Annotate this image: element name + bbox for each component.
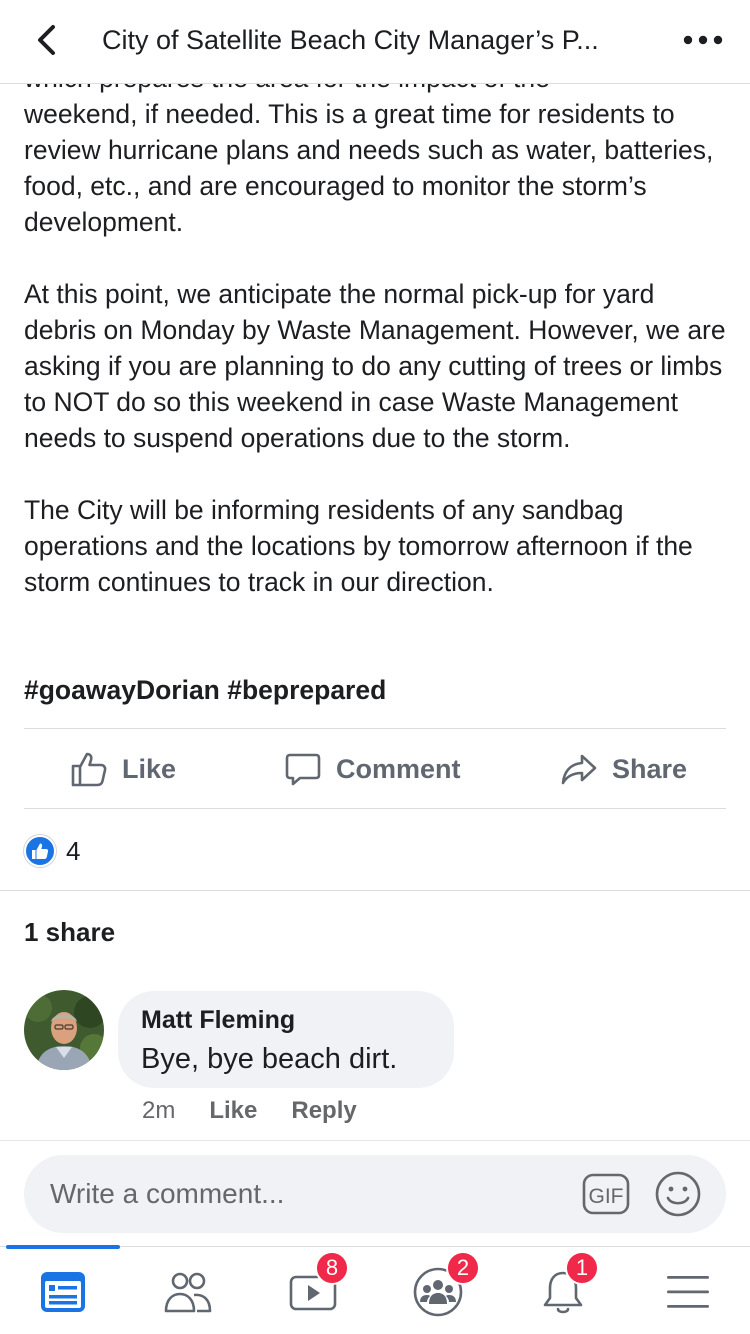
gif-icon: GIF: [582, 1173, 630, 1215]
share-button[interactable]: Share: [560, 729, 687, 809]
share-count[interactable]: 1 share: [24, 914, 115, 950]
like-button-label: Like: [122, 753, 177, 784]
chevron-left-icon: [38, 25, 55, 55]
bottom-tab-bar: 8 2 1: [0, 1245, 750, 1334]
reactions-summary[interactable]: 4: [24, 834, 80, 868]
active-tab-indicator: [6, 1245, 120, 1249]
comment-button[interactable]: Comment: [284, 729, 461, 809]
comment-composer-bar: Write a comment... GIF: [0, 1140, 750, 1246]
comment-like-button[interactable]: Like: [209, 1097, 257, 1125]
comment-meta: 2m Like Reply: [142, 1094, 357, 1128]
avatar[interactable]: [24, 990, 104, 1070]
post-paragraph-1: weekend, if needed. This is a great time…: [24, 99, 714, 237]
tab-news-feed[interactable]: [13, 1253, 113, 1331]
news-feed-icon: [41, 1272, 85, 1312]
gif-button[interactable]: GIF: [582, 1172, 630, 1216]
groups-badge: 2: [446, 1251, 480, 1285]
reaction-count: 4: [66, 835, 81, 866]
section-divider: [0, 890, 750, 891]
top-navigation-bar: City of Satellite Beach City Manager’s P…: [0, 0, 750, 84]
watch-badge: 8: [315, 1251, 349, 1285]
post-paragraph-2: At this point, we anticipate the normal …: [24, 279, 726, 453]
post-action-bar: Like Comment Share: [24, 728, 726, 809]
post-paragraph-3: The City will be informing residents of …: [24, 495, 693, 597]
comment-input-placeholder: Write a comment...: [50, 1178, 285, 1209]
comment-author[interactable]: Matt Fleming: [141, 1004, 295, 1036]
tab-notifications[interactable]: 1: [513, 1251, 613, 1331]
menu-icon: [667, 1276, 709, 1308]
share-arrow-icon: [561, 754, 597, 785]
page-title: City of Satellite Beach City Manager’s P…: [102, 25, 599, 55]
share-button-label: Share: [612, 753, 688, 784]
friends-icon: [164, 1272, 212, 1313]
like-button[interactable]: Like: [70, 729, 176, 809]
comment-text: Bye, bye beach dirt.: [141, 1043, 398, 1075]
tab-menu[interactable]: [638, 1253, 738, 1331]
notifications-badge: 1: [565, 1251, 599, 1285]
tab-groups[interactable]: 2: [388, 1251, 488, 1331]
post-body: which prepares the area for the impact o…: [24, 64, 726, 600]
more-dots-icon: [683, 35, 723, 45]
comment-button-label: Comment: [336, 753, 461, 784]
like-reaction-icon: [24, 835, 56, 867]
tab-friends[interactable]: [138, 1253, 238, 1331]
back-button[interactable]: [28, 20, 68, 60]
gif-label: GIF: [589, 1185, 624, 1208]
comment-reply-button[interactable]: Reply: [291, 1097, 356, 1125]
thumbs-up-icon: [71, 752, 107, 787]
comment-timestamp[interactable]: 2m: [142, 1097, 175, 1125]
comment-input[interactable]: Write a comment... GIF: [24, 1155, 726, 1233]
more-options-button[interactable]: [680, 20, 726, 60]
comment-bubble-icon: [285, 753, 321, 786]
post-hashtags[interactable]: #goawayDorian #beprepared: [24, 672, 386, 708]
tab-watch[interactable]: 8: [263, 1251, 363, 1331]
emoji-button[interactable]: [654, 1170, 702, 1218]
smiley-icon: [655, 1171, 701, 1217]
comment-bubble[interactable]: Matt Fleming Bye, bye beach dirt.: [118, 991, 454, 1088]
